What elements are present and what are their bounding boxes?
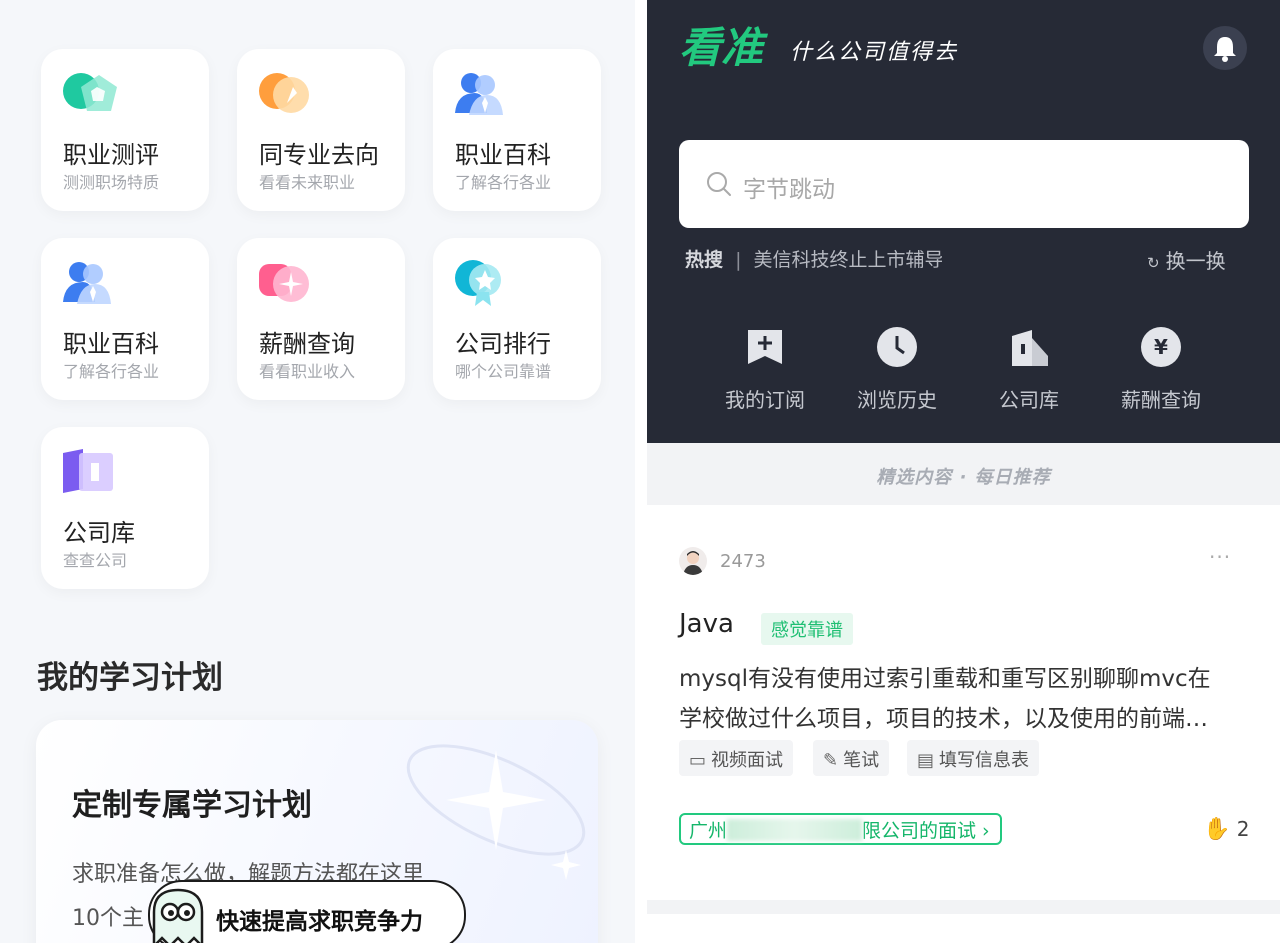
brand-logo: 看准: [679, 23, 764, 72]
user-avatar-icon: [683, 551, 703, 575]
like-button[interactable]: ✋ 2: [1203, 817, 1250, 842]
post-body-line1: mysql有没有使用过索引重载和重写区别聊聊mvc在: [679, 666, 1211, 692]
card-subtitle: 看看职业收入: [259, 362, 356, 381]
card-title: 职业百科: [63, 330, 159, 358]
card-title: 公司库: [63, 519, 135, 547]
card-company-library[interactable]: 公司库 查查公司: [41, 427, 209, 589]
post-card[interactable]: 2473 ··· Java 感觉靠谱 mysql有没有使用过索引重载和重写区别聊…: [647, 505, 1280, 900]
quick-action-label: 公司库: [999, 388, 1059, 412]
featured-banner: 精选内容 · 每日推荐: [647, 443, 1280, 505]
right-panel: 看准 什么公司值得去 字节跳动 热搜 | 美信科技终止上市辅导 ↻ 换一换 我的…: [647, 0, 1280, 943]
quick-action-label: 薪酬查询: [1121, 388, 1201, 412]
more-options-button[interactable]: ···: [1209, 545, 1231, 569]
card-subtitle: 查查公司: [63, 551, 128, 570]
sparkle-wallet-icon: [259, 264, 309, 302]
brand-slogan: 什么公司值得去: [790, 40, 959, 65]
featured-label: 精选内容 · 每日推荐: [876, 467, 1051, 488]
chip-label: 笔试: [843, 750, 880, 771]
person-tie-icon: [63, 262, 111, 304]
plan-line2-start: 10个主: [72, 906, 144, 931]
chip-label: 填写信息表: [939, 750, 1030, 771]
hot-search[interactable]: 热搜 | 美信科技终止上市辅导: [685, 245, 942, 272]
post-body-line2: 学校做过什么项目，项目的技术，以及使用的前端…: [679, 706, 1208, 732]
quick-action-salary[interactable]: ¥ 薪酬查询: [1101, 326, 1221, 413]
left-panel: 职业测评 测测职场特质 同专业去向 看看未来职业 职业百科 了解各行各业 职业百…: [0, 0, 635, 943]
card-subtitle: 测测职场特质: [63, 173, 160, 192]
search-icon: [707, 172, 731, 196]
quick-action-history[interactable]: 浏览历史: [837, 326, 957, 413]
card-title: 同专业去向: [259, 141, 379, 169]
search-placeholder: 字节跳动: [743, 177, 835, 203]
quick-action-label: 我的订阅: [725, 388, 805, 412]
company-interview-link[interactable]: 广州 限公司的面试 ›: [679, 813, 1002, 845]
chip-label: 视频面试: [711, 750, 784, 771]
refresh-icon: ↻: [1147, 254, 1160, 272]
header-section: 看准 什么公司值得去 字节跳动 热搜 | 美信科技终止上市辅导 ↻ 换一换 我的…: [647, 0, 1280, 443]
card-title: 职业测评: [63, 141, 159, 169]
person-tie-icon: [455, 73, 503, 115]
avatar[interactable]: [679, 547, 707, 575]
plan-title: 定制专属学习计划: [72, 788, 312, 823]
building-book-icon: [63, 449, 113, 493]
chip-video-interview: ▭ 视频面试: [679, 740, 794, 776]
hot-search-label: 热搜: [685, 249, 724, 271]
card-title: 职业百科: [455, 141, 551, 169]
notification-button[interactable]: [1203, 26, 1247, 70]
star-badge-icon: [455, 260, 501, 306]
section-title: 我的学习计划: [37, 660, 223, 696]
card-company-ranking[interactable]: 公司排行 哪个公司靠谱: [433, 238, 601, 400]
bell-icon: [1214, 37, 1236, 62]
card-subtitle: 看看未来职业: [259, 173, 356, 192]
ghost-mascot-icon: [152, 888, 204, 943]
company-start: 广州: [689, 820, 728, 842]
refresh-hot-button[interactable]: ↻ 换一换: [1147, 245, 1226, 274]
card-salary-query[interactable]: 薪酬查询 看看职业收入: [237, 238, 405, 400]
chip-written-test: ✎ 笔试: [813, 740, 890, 776]
hot-search-text: 美信科技终止上市辅导: [753, 249, 942, 271]
hot-search-separator: |: [735, 249, 742, 271]
card-title: 公司排行: [455, 330, 551, 358]
quick-action-subscriptions[interactable]: 我的订阅: [705, 326, 825, 413]
card-subtitle: 了解各行各业: [455, 173, 552, 192]
refresh-label: 换一换: [1165, 249, 1226, 273]
clap-icon: ✋: [1203, 817, 1231, 842]
post-title[interactable]: Java: [679, 609, 734, 639]
form-icon: ▤: [917, 750, 935, 771]
card-career-encyclopedia[interactable]: 职业百科 了解各行各业: [433, 49, 601, 211]
chevron-right-icon: ›: [982, 820, 990, 842]
compass-circle-icon: [259, 73, 309, 113]
card-career-encyclopedia-2[interactable]: 职业百科 了解各行各业: [41, 238, 209, 400]
svg-text:¥: ¥: [1154, 335, 1168, 359]
pencil-icon: ✎: [823, 750, 839, 771]
chip-info-form: ▤ 填写信息表: [907, 740, 1040, 776]
building-icon: [1012, 330, 1048, 366]
quick-action-company-library[interactable]: 公司库: [969, 326, 1089, 413]
divider: [647, 900, 1280, 914]
yen-coin-icon: ¥: [1141, 327, 1181, 367]
card-title: 薪酬查询: [259, 330, 355, 358]
company-end: 限公司的面试: [862, 820, 977, 842]
blurred-company-name: [727, 819, 863, 841]
card-major-direction[interactable]: 同专业去向 看看未来职业: [237, 49, 405, 211]
clock-icon: [877, 327, 917, 367]
card-subtitle: 哪个公司靠谱: [455, 362, 552, 381]
search-input[interactable]: 字节跳动: [679, 140, 1249, 228]
bookmark-plus-icon: [748, 330, 782, 364]
card-subtitle: 了解各行各业: [63, 362, 160, 381]
video-icon: ▭: [689, 750, 707, 771]
post-user-id: 2473: [720, 551, 766, 572]
quick-action-label: 浏览历史: [857, 388, 937, 412]
tooltip-text: 快速提高求职竞争力: [216, 909, 423, 935]
like-count: 2: [1236, 817, 1250, 841]
pentagon-gem-icon: [63, 73, 117, 111]
post-tag: 感觉靠谱: [761, 613, 853, 645]
card-career-assessment[interactable]: 职业测评 测测职场特质: [41, 49, 209, 211]
